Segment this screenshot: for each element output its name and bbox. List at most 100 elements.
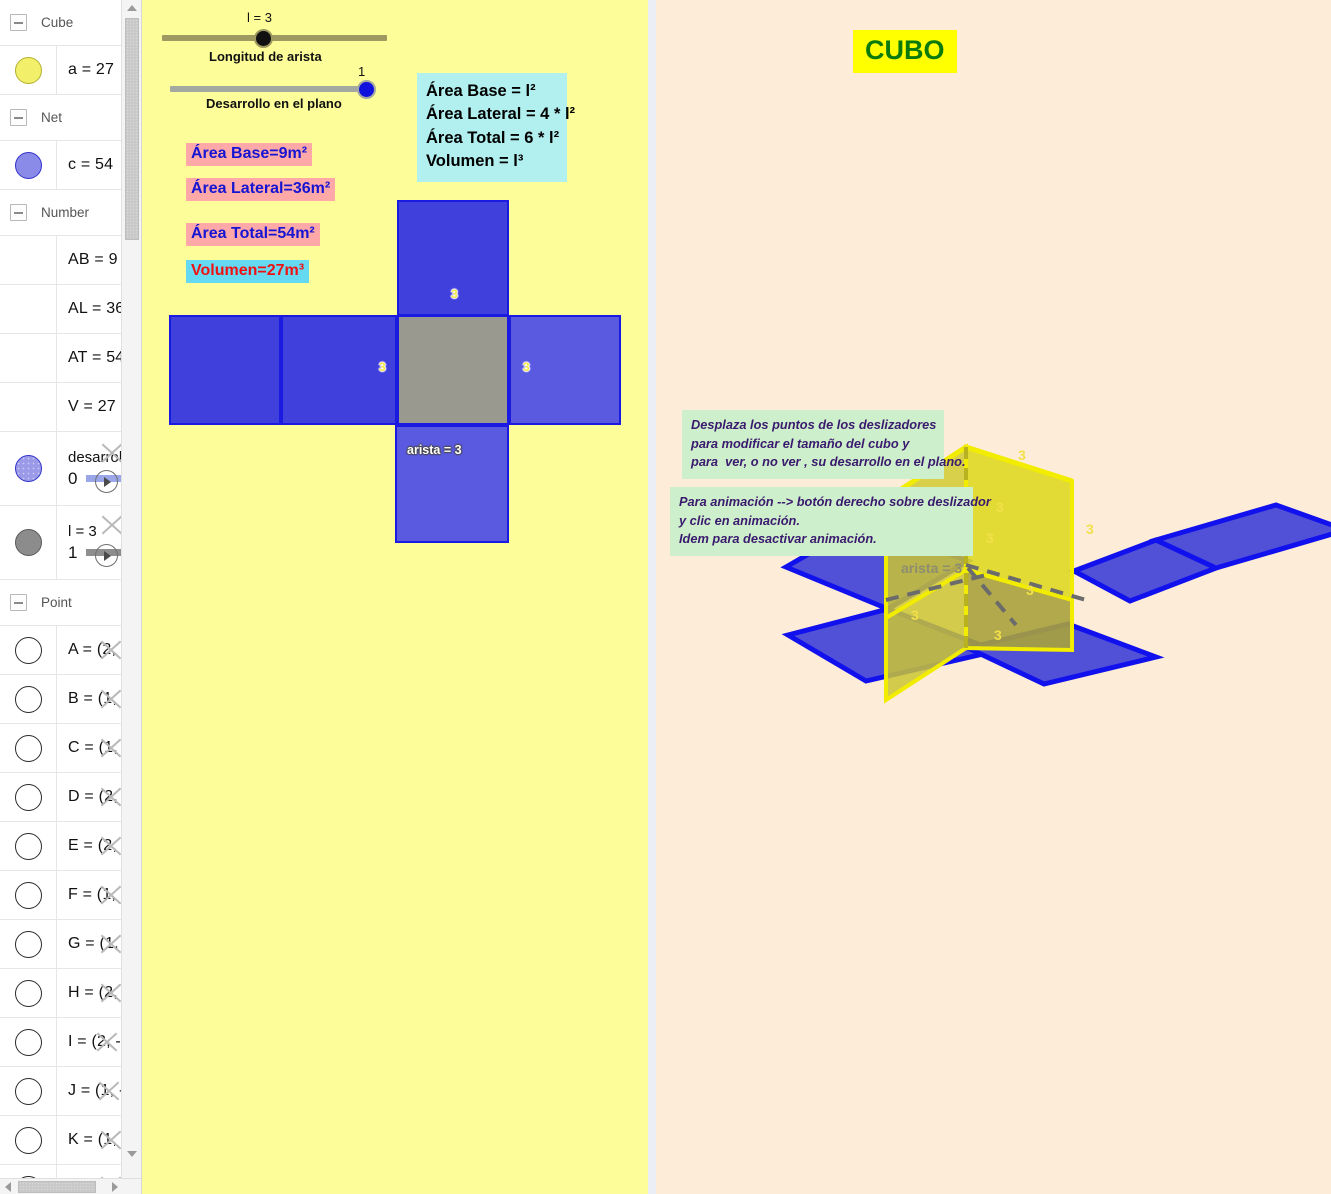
row-expression[interactable]: B = (1, - (57, 675, 121, 723)
visibility-dot-icon[interactable] (14, 832, 42, 860)
visibility-dot-icon[interactable] (14, 1077, 42, 1105)
sidebar-vertical-scrollbar[interactable] (121, 0, 141, 1178)
row-expression[interactable]: K = (1, 1 (57, 1116, 121, 1164)
algebra-row[interactable]: K = (1, 1 (0, 1116, 121, 1165)
row-expression[interactable]: J = (1, - (57, 1067, 121, 1115)
visibility-dot-icon[interactable] (14, 930, 42, 958)
visibility-dot-icon[interactable] (14, 1126, 42, 1154)
algebra-row[interactable]: J = (1, - (0, 1067, 121, 1116)
row-expression[interactable]: a = 27 (57, 46, 121, 94)
row-expression[interactable]: AT = 54 (57, 334, 121, 382)
play-animation-icon[interactable] (95, 470, 118, 493)
algebra-row[interactable]: H = (2, (0, 969, 121, 1018)
algebra-row[interactable]: c = 54 (0, 141, 121, 190)
visibility-dot-icon[interactable] (14, 783, 42, 811)
slider-track[interactable] (170, 86, 370, 92)
row-marker[interactable] (0, 1018, 57, 1066)
slider-edge-length[interactable]: l = 3 Longitud de arista (142, 0, 648, 64)
row-expression[interactable]: A = (2, (57, 626, 121, 674)
algebra-row[interactable]: C = (1, 1 (0, 724, 121, 773)
row-marker[interactable] (0, 432, 57, 505)
scroll-left-button[interactable] (0, 1179, 16, 1194)
algebra-slider-row-l[interactable]: l = 3 1 (0, 506, 121, 580)
collapse-icon[interactable] (10, 204, 27, 221)
row-expression[interactable]: G = (1, 1 (57, 920, 121, 968)
group-header-cube[interactable]: Cube (0, 0, 121, 46)
scroll-right-button[interactable] (107, 1179, 123, 1194)
visibility-dot-icon[interactable] (14, 979, 42, 1007)
row-marker[interactable] (0, 1116, 57, 1164)
net-face-center[interactable] (397, 315, 509, 425)
row-marker[interactable] (0, 46, 57, 94)
group-header-net[interactable]: Net (0, 95, 121, 141)
row-marker[interactable] (0, 920, 57, 968)
algebra-row[interactable]: G = (1, 1 (0, 920, 121, 969)
algebra-row[interactable]: F = (1, - (0, 871, 121, 920)
row-expression[interactable]: C = (1, 1 (57, 724, 121, 772)
panel-divider[interactable] (648, 0, 656, 1194)
row-expression[interactable]: F = (1, - (57, 871, 121, 919)
graphics-view-2d[interactable]: l = 3 Longitud de arista 1 Desarrollo en… (142, 0, 648, 1194)
algebra-row[interactable]: B = (1, - (0, 675, 121, 724)
visibility-dot-icon[interactable] (14, 56, 42, 84)
row-marker[interactable] (0, 773, 57, 821)
slider-track[interactable] (162, 35, 387, 41)
algebra-row[interactable]: I = (2, - (0, 1018, 121, 1067)
collapse-icon[interactable] (10, 594, 27, 611)
row-expression[interactable]: V = 27 (57, 383, 121, 431)
row-marker[interactable] (0, 285, 57, 333)
algebra-row[interactable]: E = (2, (0, 822, 121, 871)
row-expression[interactable]: H = (2, (57, 969, 121, 1017)
sidebar-horizontal-scrollbar[interactable] (0, 1178, 141, 1194)
row-marker[interactable] (0, 675, 57, 723)
algebra-row[interactable]: AB = 9 (0, 236, 121, 285)
row-marker[interactable] (0, 822, 57, 870)
visibility-dot-icon[interactable] (14, 1028, 42, 1056)
row-marker[interactable] (0, 141, 57, 189)
row-expression[interactable]: I = (2, - (57, 1018, 121, 1066)
visibility-dot-icon[interactable] (14, 734, 42, 762)
scroll-up-button[interactable] (122, 0, 141, 16)
row-expression[interactable]: c = 54 (57, 141, 121, 189)
row-expression[interactable]: AL = 36 (57, 285, 121, 333)
collapse-icon[interactable] (10, 109, 27, 126)
scrollbar-thumb[interactable] (18, 1181, 96, 1193)
cube-3d-scene[interactable]: 3 3 3 3 3 3 3 3 3 arista = 3 (656, 0, 1331, 1194)
row-marker[interactable] (0, 871, 57, 919)
collapse-icon[interactable] (10, 14, 27, 31)
visibility-dot-icon[interactable] (14, 636, 42, 664)
algebra-row[interactable]: V = 27 (0, 383, 121, 432)
scroll-down-button[interactable] (122, 1146, 141, 1162)
row-marker[interactable] (0, 236, 57, 284)
row-expression[interactable]: E = (2, (57, 822, 121, 870)
row-marker[interactable] (0, 383, 57, 431)
scrollbar-thumb[interactable] (125, 18, 139, 240)
row-marker[interactable] (0, 334, 57, 382)
visibility-dot-icon[interactable] (14, 685, 42, 713)
algebra-row[interactable]: D = (2, (0, 773, 121, 822)
visibility-dot-icon[interactable] (14, 151, 42, 179)
row-expression[interactable]: desarrollo 0 (57, 432, 121, 505)
algebra-row[interactable]: AT = 54 (0, 334, 121, 383)
algebra-row[interactable] (0, 1165, 121, 1178)
group-header-number[interactable]: Number (0, 190, 121, 236)
play-animation-icon[interactable] (95, 544, 118, 567)
algebra-row[interactable]: AL = 36 (0, 285, 121, 334)
row-marker[interactable] (0, 626, 57, 674)
algebra-row[interactable]: a = 27 (0, 46, 121, 95)
row-marker[interactable] (0, 724, 57, 772)
slider-knob[interactable] (254, 29, 273, 48)
slider-knob[interactable] (357, 80, 376, 99)
row-marker[interactable] (0, 506, 57, 579)
row-marker[interactable] (0, 969, 57, 1017)
row-expression[interactable]: l = 3 1 (57, 506, 121, 579)
row-marker[interactable] (0, 1067, 57, 1115)
visibility-dot-icon[interactable] (14, 529, 42, 556)
algebra-slider-row-desarrollo[interactable]: desarrollo 0 (0, 432, 121, 506)
row-expression[interactable]: AB = 9 (57, 236, 121, 284)
group-header-point[interactable]: Point (0, 580, 121, 626)
graphics-view-3d[interactable]: CUBO 3 3 3 3 3 3 3 arista = 3 Desplaza l… (656, 0, 1331, 1194)
row-expression[interactable]: D = (2, (57, 773, 121, 821)
row-marker[interactable] (0, 1165, 57, 1178)
algebra-row[interactable]: A = (2, (0, 626, 121, 675)
